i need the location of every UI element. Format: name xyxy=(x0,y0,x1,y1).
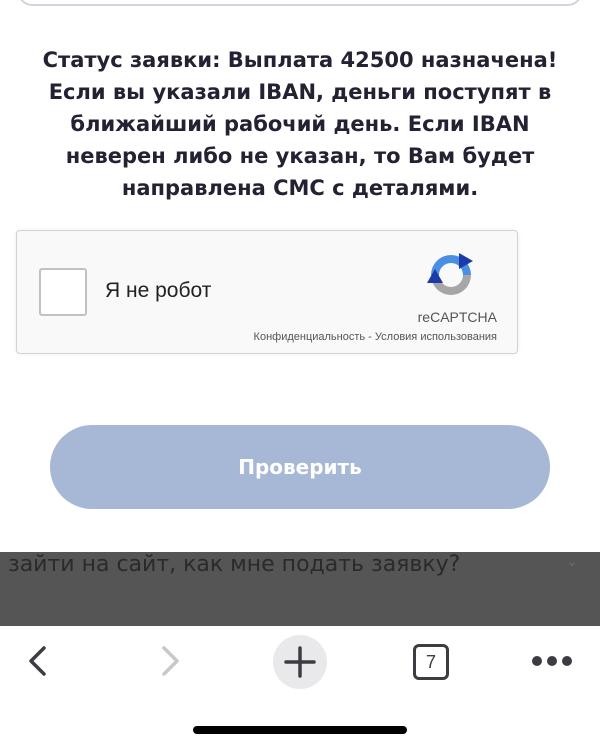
status-line: Если вы указали IBAN, деньги поступят в xyxy=(48,80,552,104)
check-button[interactable]: Проверить xyxy=(50,425,550,509)
back-arrow-icon[interactable] xyxy=(22,644,56,678)
forward-arrow-icon[interactable] xyxy=(152,644,186,678)
recaptcha-brand: reCAPTCHA xyxy=(417,309,497,325)
recaptcha-widget: Я не робот reCAPTCHA Конфиденциальность … xyxy=(16,230,518,354)
status-line: Статус заявки: Выплата 42500 назначена! xyxy=(42,48,558,72)
browser-toolbar: 7 xyxy=(0,626,600,744)
recaptcha-privacy-terms-links[interactable]: Конфиденциальность - Условия использован… xyxy=(254,331,497,343)
recaptcha-label: Я не робот xyxy=(105,279,212,302)
new-tab-button[interactable] xyxy=(273,635,327,689)
status-line: направлена СМС с деталями. xyxy=(121,176,479,200)
search-suggestion-text[interactable]: зайти на сайт, как мне подать заявку? xyxy=(8,552,460,577)
status-line: неверен либо не указан, то Вам будет xyxy=(65,144,535,168)
text-input-field[interactable] xyxy=(18,0,582,6)
more-options-icon[interactable] xyxy=(530,654,574,668)
search-suggestion-bar[interactable]: зайти на сайт, как мне подать заявку? ⌄ xyxy=(0,552,600,626)
application-status-message: Статус заявки: Выплата 42500 назначена! … xyxy=(20,44,580,204)
recaptcha-logo-icon xyxy=(427,253,473,295)
plus-icon xyxy=(284,646,316,678)
recaptcha-checkbox[interactable] xyxy=(39,268,87,316)
status-line: ближайший рабочий день. Если IBAN xyxy=(70,112,530,136)
tab-switcher-button[interactable]: 7 xyxy=(413,644,449,680)
chevron-down-icon[interactable]: ⌄ xyxy=(566,554,578,570)
home-indicator[interactable] xyxy=(193,726,407,734)
